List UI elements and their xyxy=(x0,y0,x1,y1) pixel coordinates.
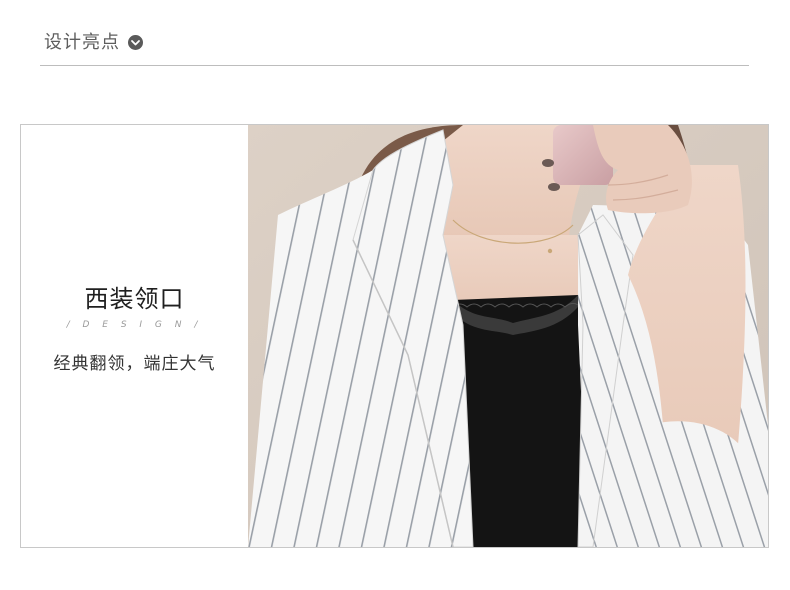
product-photo xyxy=(248,125,768,547)
feature-text-panel: 西装领口 / D E S I G N / 经典翻领，端庄大气 xyxy=(21,125,248,547)
feature-subtitle: / D E S I G N / xyxy=(66,320,203,330)
section-title: 设计亮点 xyxy=(44,32,120,53)
header-divider xyxy=(40,65,749,66)
feature-title: 西装领口 xyxy=(84,285,185,313)
feature-card: 西装领口 / D E S I G N / 经典翻领，端庄大气 xyxy=(20,124,769,548)
chevron-down-icon xyxy=(128,35,143,50)
feature-description: 经典翻领，端庄大气 xyxy=(53,354,216,374)
